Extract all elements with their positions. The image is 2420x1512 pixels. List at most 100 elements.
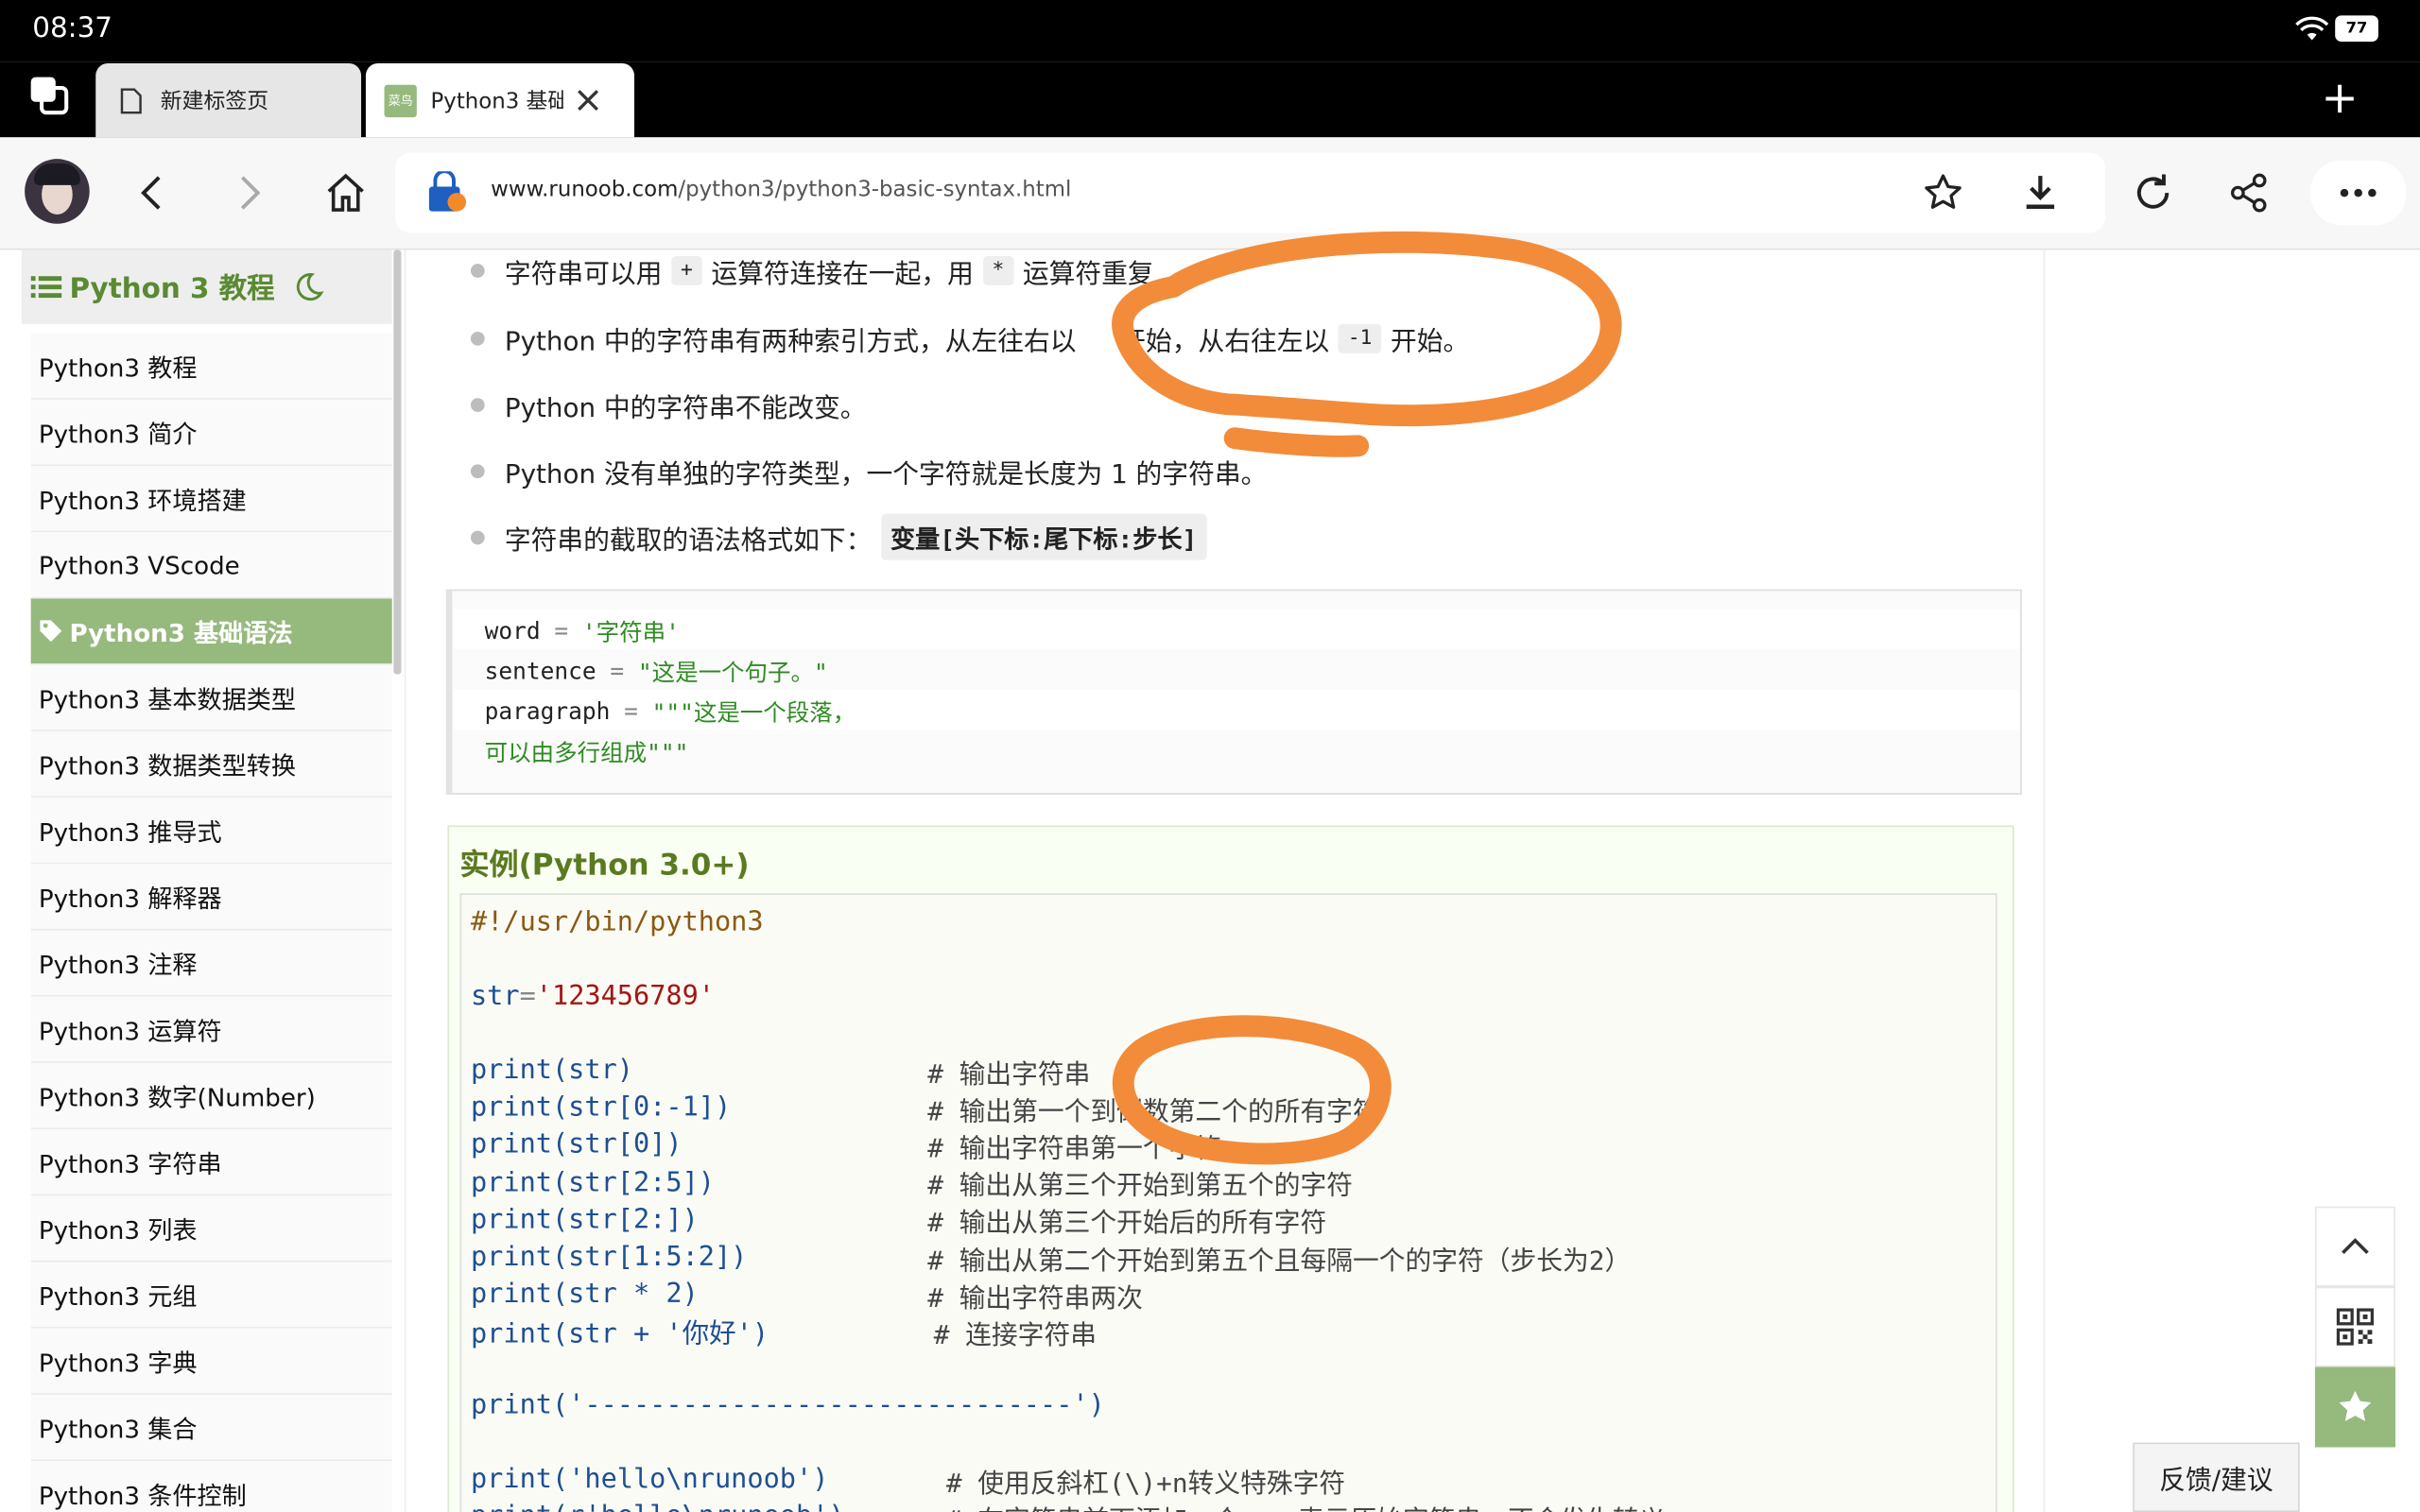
qr-code-button[interactable]	[2314, 1286, 2395, 1367]
code-var: paragraph	[484, 696, 611, 726]
code-line: paragraph = """这是一个段落，	[485, 691, 856, 730]
tag-icon	[40, 620, 62, 643]
sidebar-item[interactable]: Python3 简介	[30, 399, 392, 467]
example-code-line: print(str)	[470, 1055, 633, 1087]
list-icon	[30, 276, 62, 299]
escape-comment: # 使用反斜杠(\)+n转义特殊字符	[945, 1468, 1346, 1500]
sidebar-item[interactable]: Python3 注释	[30, 930, 392, 997]
feedback-button[interactable]: 反馈/建议	[2133, 1442, 2300, 1512]
address-bar[interactable]: www.runoob.com/python3/python3-basic-syn…	[394, 152, 2105, 233]
bullet-text: 开始。	[1391, 326, 1470, 357]
tab-new-tab[interactable]: 新建标签页	[95, 62, 362, 138]
code-op: =	[519, 981, 536, 1013]
code-string: "这是一个句子。"	[637, 658, 828, 686]
sidebar-item[interactable]: Python3 数字(Number)	[30, 1062, 392, 1130]
sidebar-item-label: Python3 基本数据类型	[38, 684, 297, 714]
wifi-icon	[2295, 16, 2329, 41]
tab-switcher-icon[interactable]	[27, 74, 71, 117]
site-security-icon[interactable]	[426, 171, 467, 215]
sidebar-item[interactable]: Python3 推导式	[30, 798, 392, 865]
code-var: str	[470, 981, 520, 1013]
inline-code: -1	[1339, 323, 1382, 353]
status-bar: 08:37 77	[0, 0, 2420, 62]
more-menu-button[interactable]	[2310, 160, 2407, 226]
bullet-index: Python 中的字符串有两种索引方式，从左往右以 开始，从右往左以 -1 开始。	[470, 315, 1470, 361]
inline-code: 变量[头下标:尾下标:步长]	[881, 513, 1206, 560]
favicon-text: 菜鸟	[388, 93, 413, 108]
example-comment: # 输出从第三个开始后的所有字符	[927, 1208, 1327, 1240]
tutorial-sidebar: Python 3 教程 Python3 教程 Python3 简介 Python3 …	[0, 249, 405, 1512]
scroll-top-button[interactable]	[2314, 1206, 2395, 1287]
bullet-text: 字符串的截取的语法格式如下：	[504, 524, 873, 557]
home-icon[interactable]	[324, 171, 368, 215]
sidebar-item[interactable]: Python3 数据类型转换	[30, 730, 392, 799]
bookmark-star-icon[interactable]	[1923, 173, 1962, 213]
close-tab-icon[interactable]	[576, 88, 600, 112]
share-icon[interactable]	[2227, 171, 2271, 215]
code-line: sentence = "这是一个句子。"	[485, 651, 828, 691]
separator-line: print('------------------------------')	[470, 1390, 1105, 1421]
forward-icon[interactable]	[229, 171, 268, 215]
sidebar-item-label: Python3 简介	[38, 420, 198, 450]
sidebar-item[interactable]: Python3 集合	[30, 1394, 392, 1462]
sidebar-item[interactable]: Python3 解释器	[30, 864, 392, 931]
runoob-favicon: 菜鸟	[384, 83, 417, 117]
sidebar-item-label: Python3 元组	[38, 1281, 198, 1312]
refresh-icon[interactable]	[2132, 171, 2175, 215]
url-domain: www.runoob.com	[491, 177, 679, 202]
sidebar-title: Python 3 教程	[69, 272, 275, 306]
sidebar-item-label: Python3 环境搭建	[38, 486, 247, 516]
sidebar-item[interactable]: Python3 列表	[30, 1195, 392, 1263]
url-path: /python3/python3-basic-syntax.html	[678, 177, 1072, 202]
code-line: word = '字符串'	[485, 611, 680, 651]
favorite-button[interactable]	[2314, 1366, 2395, 1448]
back-icon[interactable]	[132, 171, 172, 215]
sidebar-item-label: Python3 字典	[38, 1348, 198, 1378]
example-code-line: print(str[0])	[470, 1129, 683, 1161]
bullet-text: Python 没有单独的字符类型，一个字符就是长度为 1 的字符串。	[504, 458, 1268, 490]
sidebar-item-label: Python3 注释	[38, 950, 198, 980]
sidebar-item[interactable]: Python3 VScode	[30, 532, 392, 599]
code-var: sentence	[484, 657, 596, 685]
example-comment: # 连接字符串	[933, 1320, 1097, 1352]
sidebar-item-label: Python3 运算符	[38, 1016, 222, 1046]
code-op: =	[596, 657, 638, 685]
tab-label: Python3 基础	[430, 89, 563, 114]
download-icon[interactable]	[2020, 173, 2060, 213]
tab-python3-basic[interactable]: 菜鸟 Python3 基础	[365, 62, 635, 138]
avatar[interactable]	[25, 159, 90, 224]
example-comment: # 输出从第三个开始到第五个的字符	[927, 1171, 1353, 1202]
sidebar-item[interactable]: Python3 字符串	[30, 1129, 392, 1196]
sidebar-item[interactable]: Python3 教程	[30, 333, 392, 400]
example-code-line: print(str[2:])	[470, 1204, 699, 1236]
sidebar-item-label: Python3 集合	[38, 1415, 198, 1445]
sidebar-item[interactable]: Python3 环境搭建	[30, 466, 392, 533]
example-code-line: print(str[2:5])	[470, 1167, 715, 1198]
star-icon	[2339, 1390, 2372, 1421]
example-comment: # 输出第一个到倒数第二个的所有字符	[927, 1096, 1379, 1127]
code-var: word	[484, 617, 541, 645]
example-code-line: print(str + '你好')	[470, 1318, 769, 1350]
sidebar-item[interactable]: Python3 基本数据类型	[30, 664, 392, 731]
dark-mode-icon[interactable]	[290, 270, 324, 304]
qr-code-icon	[2336, 1308, 2375, 1346]
url-text[interactable]: www.runoob.com/python3/python3-basic-syn…	[491, 178, 1071, 202]
sidebar-scrollbar[interactable]	[393, 249, 402, 675]
new-tab-icon[interactable]	[2322, 80, 2359, 117]
bullet-slice-syntax: 字符串的截取的语法格式如下： 变量[头下标:尾下标:步长]	[470, 513, 1216, 560]
escape-line: print('hello\nrunoob')	[470, 1464, 829, 1496]
sidebar-item[interactable]: Python3 条件控制	[30, 1461, 392, 1512]
inline-code: +	[671, 255, 702, 285]
sidebar-item[interactable]: Python3 基础语法	[30, 598, 392, 665]
code-string: """这是一个段落，	[651, 697, 856, 727]
sidebar-item[interactable]: Python3 运算符	[30, 996, 392, 1063]
sidebar-item[interactable]: Python3 字典	[30, 1328, 392, 1395]
bullet-immutable: Python 中的字符串不能改变。	[470, 381, 866, 427]
sidebar-item[interactable]: Python3 元组	[30, 1262, 392, 1329]
sidebar-item-label: Python3 字符串	[38, 1149, 222, 1179]
shebang-line: #!/usr/bin/python3	[470, 906, 764, 938]
sidebar-item-label: Python3 条件控制	[38, 1481, 247, 1511]
bullet-text: 运算符连接在一起，用	[711, 258, 974, 290]
bullet-text: 字符串可以用	[504, 258, 663, 290]
inline-code: *	[982, 255, 1014, 285]
